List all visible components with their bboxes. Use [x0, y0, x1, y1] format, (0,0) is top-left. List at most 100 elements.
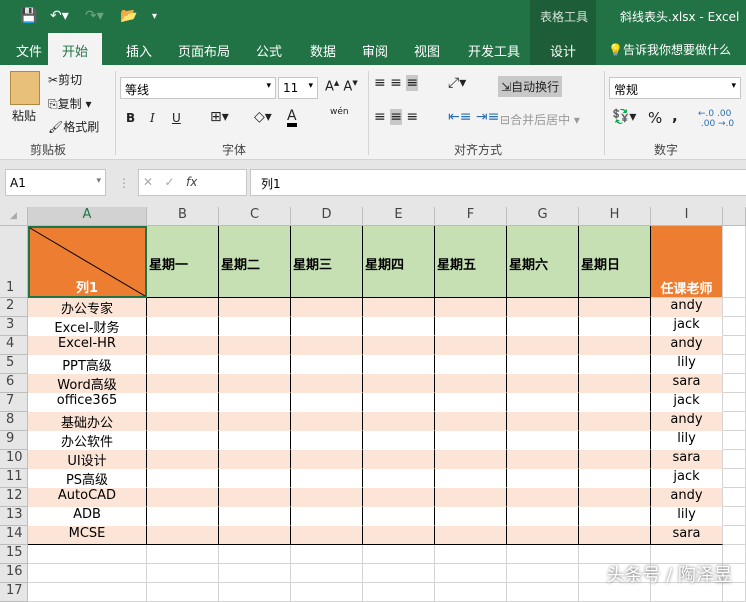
tab-3[interactable]: 页面布局 [178, 41, 230, 60]
open-icon[interactable]: 📂 [120, 8, 137, 24]
cell[interactable] [291, 393, 363, 412]
row-header-2[interactable]: 2 [0, 298, 28, 317]
cell[interactable] [507, 545, 579, 564]
cell[interactable] [363, 317, 435, 336]
course-cell[interactable]: 办公软件 [28, 431, 147, 450]
cell[interactable] [723, 374, 746, 393]
redo-icon[interactable]: ↷▾ [85, 8, 104, 24]
cell[interactable] [723, 393, 746, 412]
cell[interactable] [507, 450, 579, 469]
cell[interactable] [219, 450, 291, 469]
orientation-button[interactable]: ⤢▾ [448, 75, 466, 91]
day-header[interactable]: 星期三 [291, 226, 363, 298]
cell[interactable] [435, 564, 507, 583]
wrap-text-button[interactable]: ⇲自动换行 [498, 76, 563, 97]
cell[interactable] [219, 564, 291, 583]
cell[interactable] [291, 488, 363, 507]
column-header-B[interactable]: B [147, 207, 219, 226]
day-header[interactable]: 星期六 [507, 226, 579, 298]
cell[interactable] [147, 298, 219, 317]
cell[interactable] [147, 469, 219, 488]
merge-center-button[interactable]: ⊟合并后居中 ▾ [500, 111, 580, 128]
enter-icon[interactable]: ✓ [165, 175, 175, 189]
column-header-F[interactable]: F [435, 207, 507, 226]
cell[interactable] [723, 526, 746, 545]
row-header-13[interactable]: 13 [0, 507, 28, 526]
cell[interactable] [579, 374, 651, 393]
day-header[interactable]: 星期二 [219, 226, 291, 298]
row-header-9[interactable]: 9 [0, 431, 28, 450]
cell[interactable] [363, 412, 435, 431]
row-header-7[interactable]: 7 [0, 393, 28, 412]
cell[interactable] [147, 431, 219, 450]
cell[interactable] [291, 412, 363, 431]
course-cell[interactable]: 办公专家 [28, 298, 147, 317]
bold-button[interactable]: B [126, 111, 135, 125]
name-box[interactable]: A1 ▾ [5, 169, 106, 196]
cell[interactable] [723, 412, 746, 431]
cell[interactable] [723, 431, 746, 450]
cell[interactable] [723, 469, 746, 488]
cell[interactable] [363, 507, 435, 526]
cell[interactable] [579, 336, 651, 355]
column-header-A[interactable]: A [28, 207, 147, 226]
teacher-cell[interactable]: lily [651, 355, 723, 374]
tab-5[interactable]: 数据 [310, 41, 336, 60]
cell[interactable] [435, 545, 507, 564]
underline-button[interactable]: U [172, 111, 181, 125]
cell[interactable] [579, 507, 651, 526]
column-header-D[interactable]: D [291, 207, 363, 226]
cell[interactable] [579, 469, 651, 488]
cell[interactable] [363, 526, 435, 545]
row-header-5[interactable]: 5 [0, 355, 28, 374]
column-header-blank[interactable] [723, 207, 746, 226]
cell[interactable] [291, 336, 363, 355]
cell[interactable] [507, 393, 579, 412]
teacher-cell[interactable]: sara [651, 450, 723, 469]
cell[interactable] [291, 298, 363, 317]
cell[interactable] [435, 393, 507, 412]
number-format-select[interactable]: 常规 ▾ [609, 77, 741, 99]
day-header[interactable]: 星期五 [435, 226, 507, 298]
row-header-4[interactable]: 4 [0, 336, 28, 355]
course-cell[interactable]: MCSE [28, 526, 147, 545]
column-header-G[interactable]: G [507, 207, 579, 226]
teacher-cell[interactable]: sara [651, 374, 723, 393]
formula-input[interactable]: 列1 [250, 169, 746, 196]
phonetic-button[interactable]: wén [330, 107, 349, 117]
copy-button[interactable]: ⎘复制 ▾ [48, 95, 91, 112]
tell-me-search[interactable]: 💡告诉我你想要做什么 [608, 41, 731, 58]
cell[interactable] [147, 374, 219, 393]
cell[interactable] [579, 317, 651, 336]
row-header-11[interactable]: 11 [0, 469, 28, 488]
cell[interactable] [507, 412, 579, 431]
cell[interactable] [435, 469, 507, 488]
column-header-C[interactable]: C [219, 207, 291, 226]
align-center-button[interactable]: ≡ ≡ ≡ [374, 109, 418, 125]
cell[interactable] [579, 431, 651, 450]
cell[interactable] [435, 488, 507, 507]
column-header-E[interactable]: E [363, 207, 435, 226]
paste-icon[interactable] [10, 71, 40, 105]
cell[interactable] [435, 450, 507, 469]
cell[interactable] [219, 507, 291, 526]
course-cell[interactable]: UI设计 [28, 450, 147, 469]
cell[interactable] [147, 317, 219, 336]
font-color-button[interactable]: A [287, 109, 297, 127]
teacher-cell[interactable]: jack [651, 393, 723, 412]
cell[interactable] [363, 393, 435, 412]
row-header-3[interactable]: 3 [0, 317, 28, 336]
cell[interactable] [363, 488, 435, 507]
font-name-select[interactable]: 等线 ▾ [120, 77, 276, 99]
tab-8[interactable]: 开发工具 [468, 41, 520, 60]
cell[interactable] [291, 450, 363, 469]
cell[interactable] [507, 336, 579, 355]
cell[interactable] [219, 488, 291, 507]
row-header-1[interactable]: 1 [0, 226, 28, 298]
cell[interactable] [219, 526, 291, 545]
course-cell[interactable]: PPT高级 [28, 355, 147, 374]
grow-font-button[interactable]: A▲ A▼ [325, 79, 358, 94]
teacher-cell[interactable]: andy [651, 488, 723, 507]
cell[interactable] [147, 412, 219, 431]
cell[interactable] [291, 317, 363, 336]
